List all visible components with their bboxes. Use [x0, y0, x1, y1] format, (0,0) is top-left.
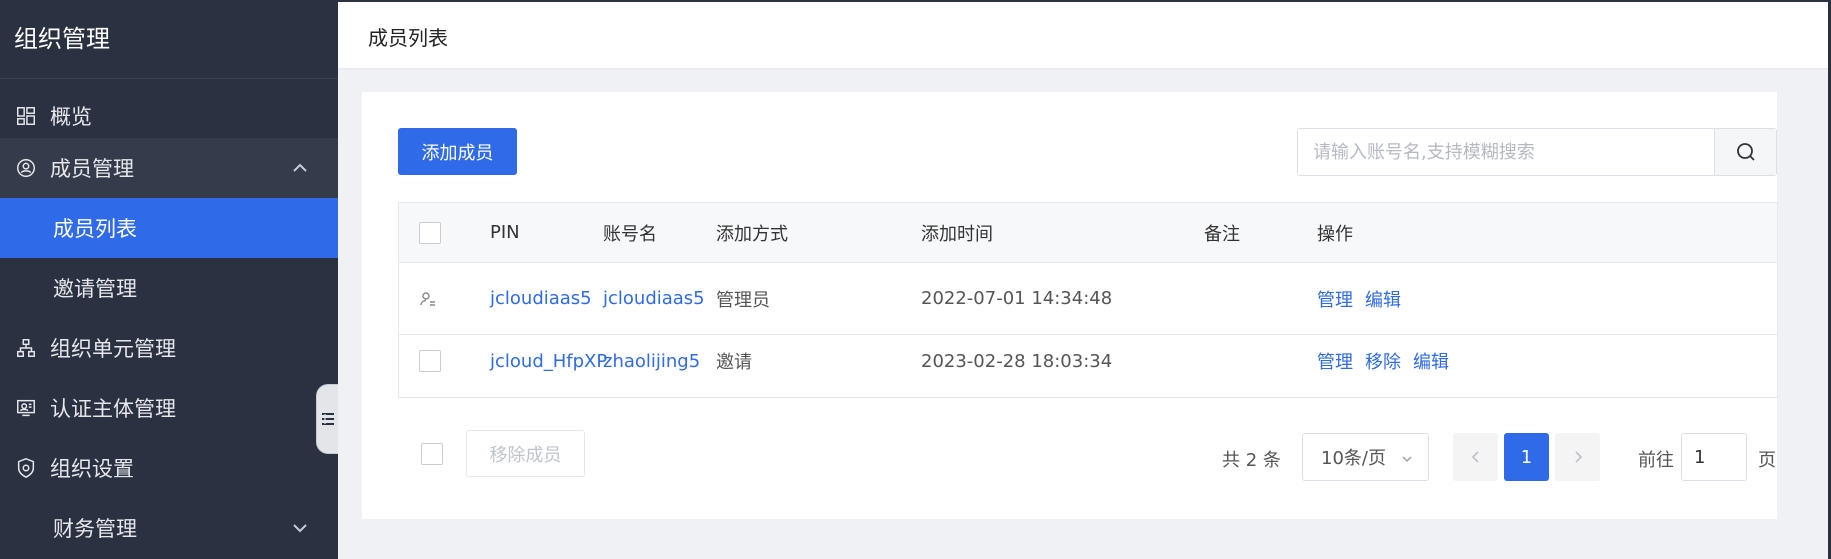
- sidebar-title: 组织管理: [0, 0, 338, 79]
- table-header: PIN 账号名 添加方式 添加时间 备注 操作: [399, 203, 1777, 263]
- row-time: 2023-02-28 18:03:34: [921, 350, 1113, 372]
- sidebar-item-overview[interactable]: 概览: [0, 86, 338, 146]
- row-time: 2022-07-01 14:34:48: [921, 288, 1113, 309]
- sidebar-item-finance[interactable]: 财务管理: [0, 498, 338, 558]
- dashboard-icon: [14, 104, 38, 128]
- prev-page-button[interactable]: [1453, 433, 1498, 481]
- sidebar-item-label: 组织设置: [50, 457, 134, 481]
- sidebar-item-org-settings[interactable]: 组织设置: [0, 438, 338, 498]
- next-page-button[interactable]: [1555, 433, 1600, 481]
- org-unit-icon: [14, 336, 38, 360]
- column-header-note[interactable]: 备注: [1204, 203, 1240, 262]
- certification-icon: [14, 396, 38, 420]
- goto-page-input[interactable]: [1681, 433, 1747, 481]
- sidebar-item-label: 邀请管理: [53, 277, 137, 301]
- sidebar-item-label: 组织单元管理: [50, 337, 176, 361]
- remove-member-button[interactable]: 移除成员: [466, 430, 585, 477]
- sidebar: 组织管理 概览 成员管理 成员列表 邀请管理 组织单元管理 认证主体管理 组织设…: [0, 0, 338, 559]
- chevron-right-icon: [1574, 451, 1582, 463]
- search-input[interactable]: [1298, 129, 1714, 175]
- row-account-link[interactable]: zhaolijing5: [603, 325, 700, 397]
- bulk-select-checkbox[interactable]: [421, 443, 443, 465]
- row-pin-link[interactable]: jcloud_HfpXP: [490, 325, 607, 397]
- select-all-checkbox[interactable]: [419, 221, 441, 244]
- page-button-current[interactable]: 1: [1504, 433, 1549, 481]
- row-account-link[interactable]: jcloudiaas5: [603, 263, 705, 334]
- settings-shield-icon: [14, 456, 38, 480]
- sidebar-item-label: 概览: [50, 105, 92, 129]
- table-row: jcloud_HfpXP zhaolijing5 邀请 2023-02-28 1…: [399, 325, 1777, 397]
- add-member-button[interactable]: 添加成员: [398, 128, 517, 175]
- chevron-down-icon: [1400, 450, 1414, 464]
- row-method: 管理员: [716, 289, 770, 311]
- goto-suffix: 页: [1758, 450, 1776, 471]
- row-method: 邀请: [716, 352, 752, 373]
- sidebar-item-label: 成员列表: [53, 217, 137, 241]
- chevron-down-icon: [290, 518, 310, 538]
- chevron-left-icon: [1471, 451, 1479, 463]
- content-card: 添加成员 PIN 账号名 添加方式 添加时间 备注 操作 jcloudiaas5…: [362, 92, 1778, 519]
- search-icon: [1736, 143, 1755, 161]
- search-button[interactable]: [1714, 129, 1776, 175]
- page-size-select[interactable]: 10条/页: [1302, 433, 1429, 481]
- sidebar-item-member-list[interactable]: 成员列表: [0, 198, 338, 258]
- column-header-method[interactable]: 添加方式: [716, 203, 788, 262]
- manage-link[interactable]: 管理: [1317, 286, 1353, 312]
- row-checkbox[interactable]: [419, 350, 441, 372]
- sidebar-item-member-management[interactable]: 成员管理: [0, 138, 338, 198]
- row-pin-link[interactable]: jcloudiaas5: [490, 263, 592, 334]
- page-header: 成员列表: [338, 0, 1828, 68]
- chevron-up-icon: [290, 158, 310, 178]
- goto-label: 前往: [1638, 450, 1674, 471]
- remove-link[interactable]: 移除: [1365, 348, 1401, 374]
- row-actions: 管理 移除 编辑: [1317, 325, 1461, 397]
- column-header-time[interactable]: 添加时间: [921, 203, 993, 262]
- search-box: [1297, 128, 1777, 176]
- page-title: 成员列表: [368, 26, 448, 50]
- sidebar-item-invitations[interactable]: 邀请管理: [0, 258, 338, 318]
- edit-link[interactable]: 编辑: [1413, 348, 1449, 374]
- sidebar-collapse-handle[interactable]: [316, 384, 338, 454]
- sidebar-item-label: 认证主体管理: [50, 397, 176, 421]
- member-icon: [14, 156, 38, 180]
- sidebar-item-label: 成员管理: [50, 157, 134, 181]
- manage-link[interactable]: 管理: [1317, 348, 1353, 374]
- column-header-actions: 操作: [1317, 223, 1353, 245]
- sidebar-item-label: 财务管理: [53, 517, 137, 541]
- edit-link[interactable]: 编辑: [1365, 286, 1401, 312]
- admin-user-icon: [419, 263, 437, 334]
- sidebar-item-certification[interactable]: 认证主体管理: [0, 378, 338, 438]
- column-header-account[interactable]: 账号名: [603, 203, 657, 262]
- page-size-value: 10条/页: [1321, 448, 1386, 469]
- member-table: PIN 账号名 添加方式 添加时间 备注 操作 jcloudiaas5 jclo…: [398, 202, 1778, 398]
- sidebar-item-org-units[interactable]: 组织单元管理: [0, 318, 338, 378]
- column-header-pin[interactable]: PIN: [490, 203, 520, 262]
- menu-collapse-icon: [321, 413, 334, 425]
- total-count: 共 2 条: [1222, 450, 1281, 471]
- row-actions: 管理 编辑: [1317, 263, 1413, 334]
